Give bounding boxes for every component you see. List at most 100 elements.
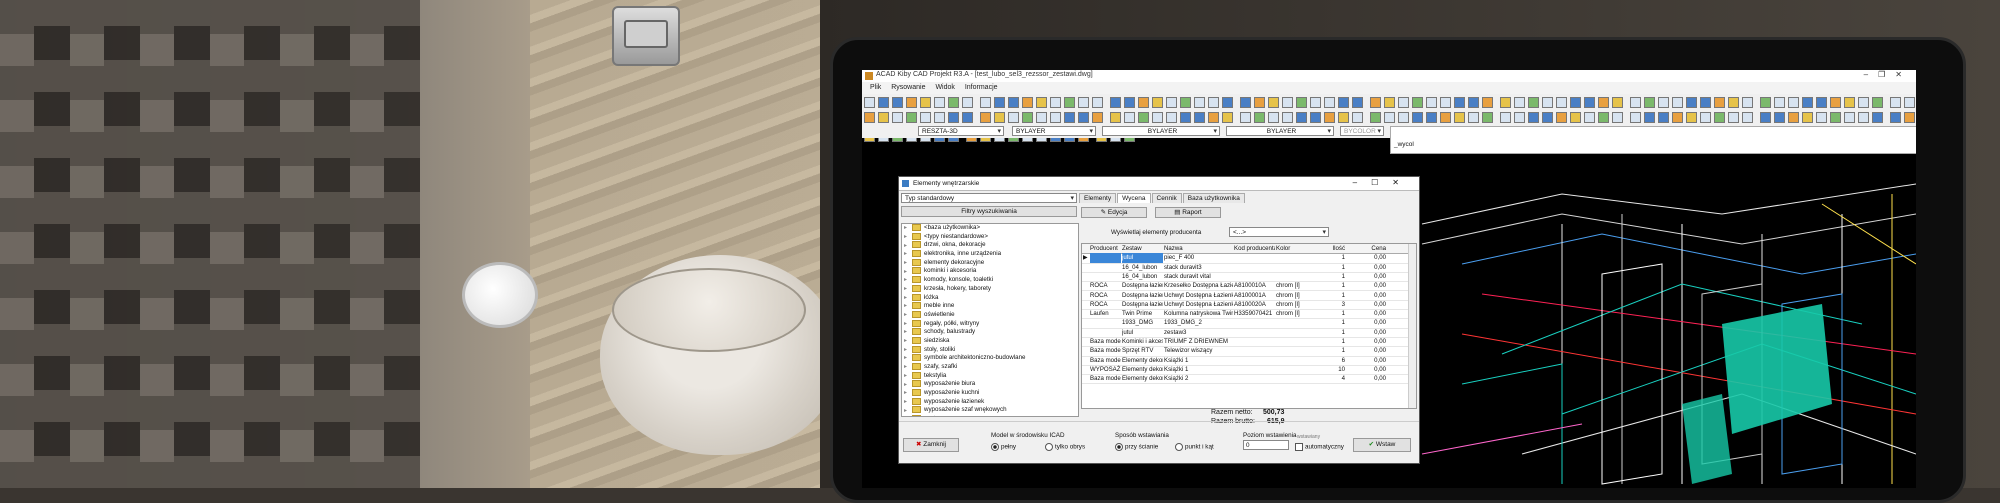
toolbar-hatch-icon[interactable] [1022, 112, 1033, 123]
expand-icon[interactable]: ▸ [904, 346, 909, 355]
toolbar-trim-icon[interactable] [1124, 112, 1135, 123]
type-select[interactable]: Typ standardowy [901, 193, 1077, 204]
column-header[interactable]: Kod producenta [1234, 244, 1275, 253]
expand-icon[interactable]: ▸ [904, 372, 909, 381]
toolbar-cut-icon[interactable] [1542, 112, 1553, 123]
insert-opt-wall[interactable]: przy ścianie [1115, 443, 1158, 451]
toolbar-circle-icon[interactable] [980, 112, 991, 123]
toolbar-text-icon[interactable] [1802, 97, 1813, 108]
toolbar-copy-icon[interactable] [864, 112, 875, 123]
toolbar-copy-icon[interactable] [1630, 97, 1641, 108]
toolbar-undo-icon[interactable] [1240, 112, 1251, 123]
toolbar-line-icon[interactable] [1384, 97, 1395, 108]
column-header[interactable]: Producent [1090, 244, 1121, 253]
insert-button[interactable]: ✔ Wstaw [1353, 438, 1411, 452]
tree-item[interactable]: ▸ elementy dekoracyjne [902, 258, 1078, 268]
command-prompt[interactable]: _wycol [1394, 141, 1414, 148]
tab-elementy[interactable]: Elementy [1079, 193, 1117, 203]
toolbar-trim-icon[interactable] [1468, 112, 1479, 123]
toolbar-hatch-icon[interactable] [1092, 97, 1103, 108]
toolbar-scale-icon[interactable] [1166, 97, 1177, 108]
expand-icon[interactable]: ▸ [904, 363, 909, 372]
expand-icon[interactable]: ▸ [904, 415, 909, 416]
close-dialog-button[interactable]: ✖ Zamknij [903, 438, 959, 452]
expand-icon[interactable]: ▸ [904, 381, 909, 390]
level-input[interactable]: 0 [1243, 440, 1289, 450]
toolbar-circle-icon[interactable] [1672, 112, 1683, 123]
toolbar-undo-icon[interactable] [1584, 112, 1595, 123]
toolbar-open-icon[interactable] [1844, 112, 1855, 123]
tree-item[interactable]: ▸ wyposażenie łazienek [902, 397, 1078, 407]
column-header[interactable]: Kolor [1276, 244, 1317, 253]
toolbar-text-icon[interactable] [1036, 112, 1047, 123]
toolbar-open-icon[interactable] [878, 97, 889, 108]
toolbar-save-icon[interactable] [1584, 97, 1595, 108]
toolbar-line-icon[interactable] [1310, 112, 1321, 123]
tab-wycena[interactable]: Wycena [1117, 193, 1151, 203]
toolbar-arc-icon[interactable] [1760, 97, 1771, 108]
toolbar-redo-icon[interactable] [906, 112, 917, 123]
toolbar-pan-icon[interactable] [1282, 112, 1293, 123]
expand-icon[interactable]: ▸ [904, 320, 909, 329]
toolbar-new-icon[interactable] [864, 97, 875, 108]
expand-icon[interactable]: ▸ [904, 354, 909, 363]
tree-item[interactable]: ▸ wyposażenie kuchni [902, 389, 1078, 398]
toolbar-cut-icon[interactable] [920, 97, 931, 108]
toolbar-circle-icon[interactable] [1324, 112, 1335, 123]
toolbar-move-icon[interactable] [1830, 97, 1841, 108]
toolbar-copy-icon[interactable] [1556, 112, 1567, 123]
toolbar-move-icon[interactable] [1412, 112, 1423, 123]
table-scrollbar[interactable] [1408, 244, 1416, 408]
radio-outline[interactable] [1045, 443, 1053, 451]
menu-informacje[interactable]: Informacje [965, 84, 998, 91]
tab-cennik[interactable]: Cennik [1151, 193, 1182, 203]
tree-item[interactable]: ▸ wyposażenie biura [902, 380, 1078, 389]
toolbar-zoom-icon[interactable] [1338, 97, 1349, 108]
insert-opt-point[interactable]: punkt i kąt [1175, 443, 1214, 451]
toolbar-paste-icon[interactable] [1644, 97, 1655, 108]
toolbar-print-icon[interactable] [1598, 97, 1609, 108]
tab-baza-uzytkownika[interactable]: Baza użytkownika [1182, 193, 1245, 203]
toolbar-pan-icon[interactable] [1630, 112, 1641, 123]
menu-widok[interactable]: Widok [935, 84, 954, 91]
toolbar-rect-icon[interactable] [1352, 112, 1363, 123]
tree-item[interactable]: ▸ symbole architektoniczno-budowlane [902, 354, 1078, 363]
toolbar-redo-icon[interactable] [980, 97, 991, 108]
toolbar-hatch-icon[interactable] [1370, 112, 1381, 123]
auto-checkbox[interactable]: automatyczny [1295, 443, 1344, 451]
toolbar-layer-icon[interactable] [1296, 112, 1307, 123]
expand-icon[interactable]: ▸ [904, 389, 909, 398]
filters-button[interactable]: Filtry wyszukiwania [901, 206, 1077, 217]
toolbar-undo-icon[interactable] [1658, 97, 1669, 108]
expand-icon[interactable]: ▸ [904, 276, 909, 285]
radio-full[interactable] [991, 443, 999, 451]
toolbar-mirror-icon[interactable] [1454, 112, 1465, 123]
tree-item[interactable]: ▸ krzesła, hokery, taborety [902, 284, 1078, 294]
toolbar-redo-icon[interactable] [1254, 112, 1265, 123]
tree-item[interactable]: ▸ oświetlenie [902, 310, 1078, 320]
toolbar-trim-icon[interactable] [1816, 112, 1827, 123]
toolbar-cut-icon[interactable] [1612, 97, 1623, 108]
toolbar-line-icon[interactable] [1036, 97, 1047, 108]
toolbar-pan-icon[interactable] [1700, 97, 1711, 108]
toolbar-text-icon[interactable] [1728, 112, 1739, 123]
toolbar-text-icon[interactable] [1384, 112, 1395, 123]
linetype-combo[interactable]: BYLAYER [1102, 126, 1220, 137]
expand-icon[interactable]: ▸ [904, 268, 909, 277]
column-header[interactable]: Ilość [1318, 244, 1351, 253]
toolbar-save-icon[interactable] [1858, 112, 1869, 123]
tree-item[interactable]: ▸ stoły, stoliki [902, 345, 1078, 355]
toolbar-move-icon[interactable] [1760, 112, 1771, 123]
toolbar-rect-icon[interactable] [1008, 112, 1019, 123]
toolbar-open-icon[interactable] [1222, 97, 1233, 108]
close-icon[interactable]: ✕ [1392, 178, 1413, 187]
toolbar-layer-icon[interactable] [1370, 97, 1381, 108]
tree-item[interactable]: ▸ meble inne [902, 302, 1078, 311]
toolbar-paste-icon[interactable] [948, 97, 959, 108]
tree-item[interactable]: ▸ drzwi, okna, dekoracje [902, 241, 1078, 250]
toolbar-redo-icon[interactable] [1598, 112, 1609, 123]
model-opt-full[interactable]: pełny [991, 443, 1016, 451]
toolbar-trim-icon[interactable] [1542, 97, 1553, 108]
toolbar-redo-icon[interactable] [1672, 97, 1683, 108]
toolbar-print-icon[interactable] [1872, 112, 1883, 123]
